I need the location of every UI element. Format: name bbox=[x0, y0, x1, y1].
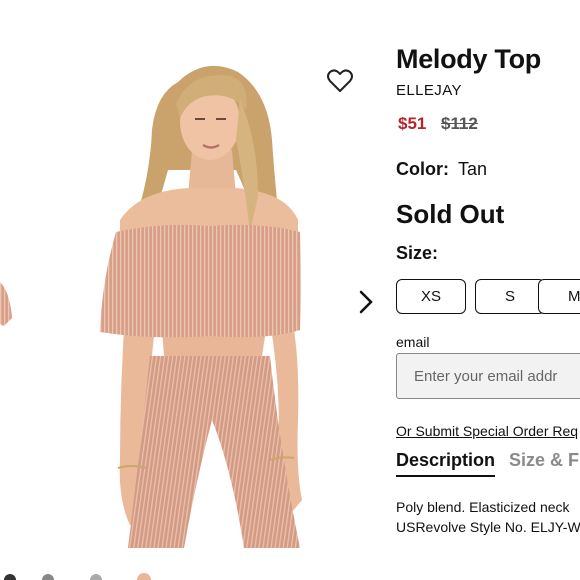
size-option-xs[interactable]: XS bbox=[396, 279, 466, 314]
thumbnail-dots bbox=[4, 573, 151, 580]
product-image-gallery bbox=[0, 0, 385, 580]
color-value: Tan bbox=[458, 159, 488, 179]
original-price: $112 bbox=[441, 114, 478, 133]
style-number: USRevolve Style No. ELJY-W bbox=[396, 519, 580, 535]
heart-outline-icon[interactable] bbox=[326, 68, 354, 94]
color-label: Color: bbox=[396, 159, 449, 179]
tab-description[interactable]: Description bbox=[396, 450, 496, 477]
size-option-m[interactable]: M bbox=[538, 279, 580, 314]
email-input[interactable] bbox=[396, 353, 580, 399]
product-info-panel: Melody Top ELLEJAY $51 $112 Color: Tan S… bbox=[396, 0, 580, 580]
product-title: Melody Top bbox=[396, 44, 541, 74]
email-label: email bbox=[396, 334, 430, 350]
special-order-link[interactable]: Or Submit Special Order Req bbox=[396, 423, 578, 439]
description-text: Poly blend. Elasticized neck bbox=[396, 499, 570, 515]
sale-price: $51 bbox=[398, 114, 427, 133]
chevron-right-icon[interactable] bbox=[352, 286, 380, 318]
tab-size-fit[interactable]: Size & Fi bbox=[509, 450, 580, 475]
brand-name[interactable]: ELLEJAY bbox=[396, 82, 462, 99]
size-label: Size: bbox=[396, 243, 439, 263]
size-option-s[interactable]: S bbox=[475, 279, 545, 314]
stock-status: Sold Out bbox=[396, 199, 505, 229]
